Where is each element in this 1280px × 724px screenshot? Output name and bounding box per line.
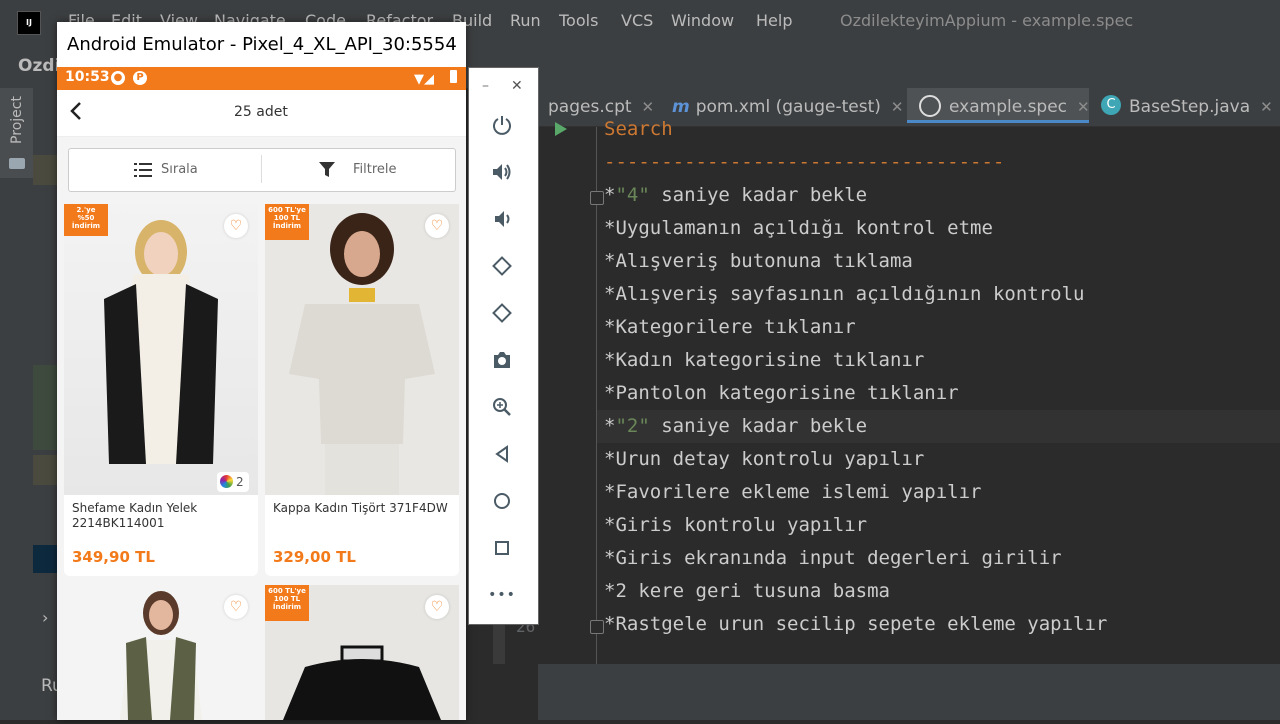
product-name: Kappa Kadın Tişört 371F4DW [273, 501, 448, 515]
discount-badge: 600 TL'ye 100 TL İndirim [265, 585, 309, 621]
step-line: *2 kere geri tusuna basma [604, 580, 890, 602]
battery-icon [450, 70, 457, 83]
chevron-right-icon[interactable]: › [42, 608, 48, 627]
notification-icon: P [133, 71, 147, 85]
bottom-panel [538, 664, 1280, 720]
wifi-icon: ▼◢ [414, 72, 434, 87]
result-count: 25 adet [234, 104, 288, 120]
home-icon[interactable] [485, 484, 519, 518]
step-line: *Alışveriş sayfasının açıldığının kontro… [604, 283, 1085, 305]
favorite-heart-icon[interactable]: ♡ [425, 595, 449, 619]
step-line: *Urun detay kontrolu yapılır [604, 448, 925, 470]
intellij-logo-icon: IJ [17, 11, 41, 35]
camera-icon[interactable] [485, 343, 519, 377]
step-line: *Uygulamanın açıldığı kontrol etme [604, 217, 993, 239]
step-line: *Favorilere ekleme islemi yapılır [604, 481, 982, 503]
step-line: *"2" saniye kadar bekle [604, 415, 868, 437]
folder-icon [9, 158, 25, 169]
product-image [265, 204, 459, 495]
tree-row[interactable] [33, 365, 58, 450]
step-line: *Giris kontrolu yapılır [604, 514, 868, 536]
volume-up-icon[interactable] [485, 155, 519, 189]
tab-label: pages.cpt [548, 97, 632, 117]
close-icon[interactable]: ✕ [642, 98, 655, 116]
emulator-title: Android Emulator - Pixel_4_XL_API_30:555… [67, 34, 457, 55]
tree-row[interactable] [33, 455, 58, 485]
sort-list-icon [134, 163, 152, 177]
tab-label: example.spec [949, 97, 1068, 117]
close-icon[interactable]: ✕ [511, 78, 523, 94]
discount-badge: 2.'ye %50 İndirim [64, 204, 108, 236]
favorite-heart-icon[interactable]: ♡ [224, 595, 248, 619]
status-time: 10:53 [65, 69, 110, 85]
tree-row[interactable] [33, 155, 58, 185]
run-scenario-icon[interactable] [555, 122, 567, 136]
menu-run[interactable]: Run [510, 11, 541, 30]
filter-label: Filtrele [353, 162, 397, 177]
filter-funnel-icon [319, 162, 335, 177]
spec-heading: Search [604, 118, 673, 140]
tree-row-selected[interactable] [33, 545, 58, 573]
more-icon[interactable]: ••• [485, 578, 519, 612]
step-line: *Kategorilere tıklanır [604, 316, 856, 338]
window-title: OzdilekteyimAppium - example.spec [840, 11, 1134, 30]
product-price: 349,90 TL [72, 548, 155, 566]
power-icon[interactable] [485, 108, 519, 142]
product-name: Shefame Kadın Yelek 2214BK114001 [72, 501, 198, 530]
maven-icon: m [672, 97, 690, 117]
rotate-right-icon[interactable] [485, 296, 519, 330]
tab-label: pom.xml (gauge-test) [695, 97, 881, 117]
color-variants[interactable]: 2 [217, 472, 249, 492]
tab-pom-xml[interactable]: m pom.xml (gauge-test) ✕ [672, 88, 903, 126]
volume-down-icon[interactable] [485, 202, 519, 236]
menu-vcs[interactable]: VCS [621, 11, 653, 30]
spec-heading-underline: ----------------------------------- [604, 151, 1005, 173]
back-icon[interactable] [485, 437, 519, 471]
favorite-heart-icon[interactable]: ♡ [425, 214, 449, 238]
gutter-divider [596, 127, 597, 664]
back-arrow-icon[interactable] [69, 100, 83, 128]
color-wheel-icon [220, 475, 233, 488]
favorite-heart-icon[interactable]: ♡ [224, 214, 248, 238]
fold-icon[interactable] [590, 191, 604, 205]
java-class-icon: C [1101, 95, 1121, 115]
overview-icon[interactable] [485, 531, 519, 565]
tab-example-spec[interactable]: example.spec ✕ [907, 88, 1090, 123]
project-tool-tab-label: Project [9, 96, 25, 144]
fold-icon[interactable] [590, 620, 604, 634]
menu-help[interactable]: Help [756, 11, 792, 30]
minimize-icon[interactable]: – [482, 78, 489, 94]
menu-window[interactable]: Window [671, 11, 734, 30]
close-icon[interactable]: ✕ [891, 98, 904, 116]
step-line: *Kadın kategorisine tıklanır [604, 349, 925, 371]
tool-window-strip [0, 88, 34, 720]
notification-icon: ● [111, 71, 125, 85]
step-line: *Pantolon kategorisine tıklanır [604, 382, 959, 404]
step-line: *"4" saniye kadar bekle [604, 184, 868, 206]
tab-basestep-java[interactable]: C BaseStep.java ✕ [1101, 88, 1273, 126]
gauge-spec-icon [919, 95, 941, 117]
divider [261, 155, 262, 183]
sort-label: Sırala [161, 162, 198, 177]
product-image [64, 204, 258, 495]
product-price: 329,00 TL [273, 548, 356, 566]
step-line: *Rastgele urun secilip sepete ekleme yap… [604, 613, 1108, 635]
zoom-icon[interactable] [485, 390, 519, 424]
step-line: *Alışveriş butonuna tıklama [604, 250, 913, 272]
tab-label: BaseStep.java [1129, 97, 1251, 117]
project-name[interactable]: Ozdi [18, 56, 60, 76]
close-icon[interactable]: ✕ [1077, 98, 1090, 116]
discount-badge: 600 TL'ye 100 TL İndirim [265, 204, 309, 240]
rotate-left-icon[interactable] [485, 249, 519, 283]
close-icon[interactable]: ✕ [1260, 98, 1273, 116]
step-line: *Giris ekranında input degerleri girilir [604, 547, 1062, 569]
menu-tools[interactable]: Tools [559, 11, 598, 30]
